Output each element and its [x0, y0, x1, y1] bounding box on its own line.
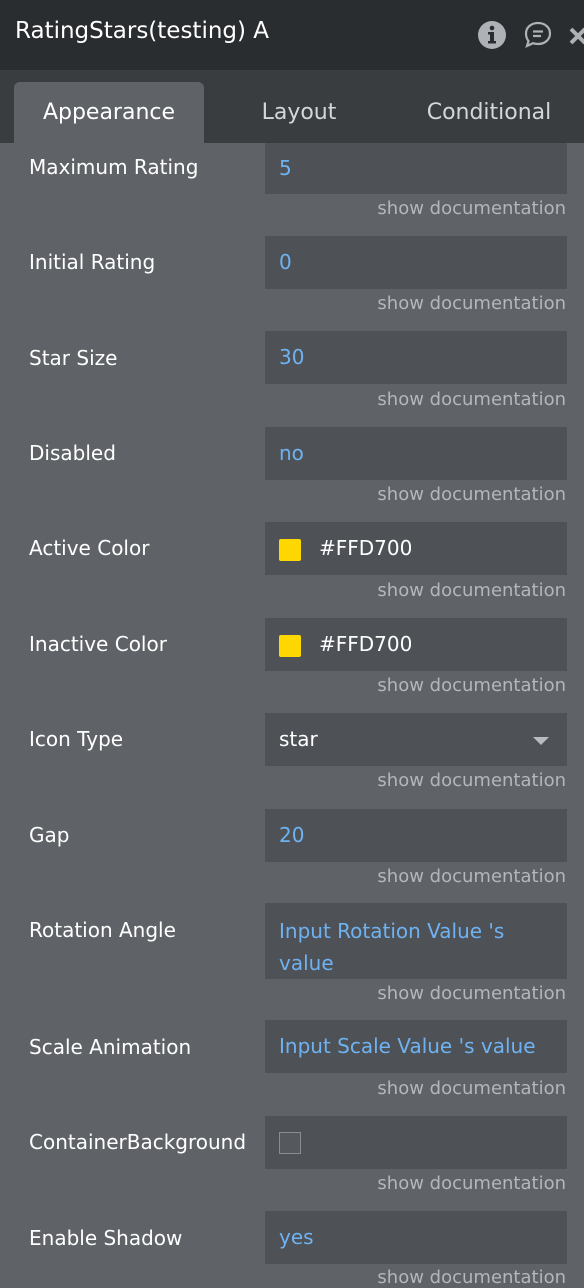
show-documentation-link[interactable]: show documentation	[377, 675, 566, 696]
show-documentation-link[interactable]: show documentation	[377, 1173, 566, 1194]
active-color-label: Active Color	[29, 536, 150, 560]
show-documentation-link[interactable]: show documentation	[377, 580, 566, 601]
initial-rating-input[interactable]: 0	[265, 236, 567, 289]
rotation-angle-label: Rotation Angle	[29, 918, 176, 942]
active-color-value: #FFD700	[319, 536, 413, 560]
scale-animation-input[interactable]: Input Scale Value 's value	[265, 1020, 567, 1073]
show-documentation-link[interactable]: show documentation	[377, 293, 566, 314]
show-documentation-link[interactable]: show documentation	[377, 198, 566, 219]
active-color-swatch[interactable]	[279, 539, 301, 561]
maximum-rating-value: 5	[279, 156, 292, 180]
tab-bar: Appearance Layout Conditional	[0, 70, 584, 143]
maximum-rating-label: Maximum Rating	[29, 155, 199, 179]
inactive-color-swatch[interactable]	[279, 635, 301, 657]
show-documentation-link[interactable]: show documentation	[377, 770, 566, 791]
icon-type-label: Icon Type	[29, 727, 124, 751]
show-documentation-link[interactable]: show documentation	[377, 1267, 566, 1288]
initial-rating-label: Initial Rating	[29, 250, 156, 274]
icon-type-dropdown[interactable]: star	[265, 713, 567, 766]
show-documentation-link[interactable]: show documentation	[377, 484, 566, 505]
container-background-checkbox[interactable]	[279, 1132, 301, 1154]
panel-title: RatingStars(testing) A	[15, 18, 270, 44]
gap-label: Gap	[29, 823, 70, 847]
disabled-value: no	[279, 441, 304, 465]
maximum-rating-input[interactable]: 5	[265, 143, 567, 194]
active-color-picker[interactable]: #FFD700	[265, 522, 567, 575]
scale-animation-value: Input Scale Value 's value	[279, 1034, 536, 1058]
enable-shadow-label: Enable Shadow	[29, 1226, 183, 1250]
appearance-panel: Maximum Rating 5 show documentation Init…	[0, 143, 584, 1288]
rotation-angle-input[interactable]: Input Rotation Value 's value	[265, 903, 567, 979]
inactive-color-value: #FFD700	[319, 632, 413, 656]
initial-rating-value: 0	[279, 250, 292, 274]
scale-animation-label: Scale Animation	[29, 1035, 192, 1059]
gap-value: 20	[279, 823, 305, 847]
gap-input[interactable]: 20	[265, 809, 567, 862]
tab-appearance[interactable]: Appearance	[14, 82, 204, 143]
show-documentation-link[interactable]: show documentation	[377, 389, 566, 410]
tab-layout[interactable]: Layout	[204, 82, 394, 143]
inactive-color-picker[interactable]: #FFD700	[265, 618, 567, 671]
close-icon[interactable]	[568, 26, 584, 46]
tab-conditional[interactable]: Conditional	[394, 82, 584, 143]
icon-type-value: star	[279, 727, 318, 751]
star-size-label: Star Size	[29, 346, 118, 370]
info-icon[interactable]	[477, 20, 507, 50]
disabled-dropdown[interactable]: no	[265, 427, 567, 480]
title-bar: RatingStars(testing) A	[0, 0, 584, 70]
inactive-color-label: Inactive Color	[29, 632, 167, 656]
comment-icon[interactable]	[523, 20, 553, 50]
star-size-value: 30	[279, 345, 305, 369]
chevron-down-icon	[533, 737, 549, 745]
show-documentation-link[interactable]: show documentation	[377, 1078, 566, 1099]
rotation-angle-value: Input Rotation Value 's value	[279, 919, 505, 975]
enable-shadow-value: yes	[279, 1225, 314, 1249]
container-background-field	[265, 1116, 567, 1169]
enable-shadow-dropdown[interactable]: yes	[265, 1211, 567, 1264]
container-background-label: ContainerBackground	[29, 1130, 247, 1154]
star-size-input[interactable]: 30	[265, 331, 567, 384]
show-documentation-link[interactable]: show documentation	[377, 866, 566, 887]
disabled-label: Disabled	[29, 441, 116, 465]
show-documentation-link[interactable]: show documentation	[377, 983, 566, 1004]
